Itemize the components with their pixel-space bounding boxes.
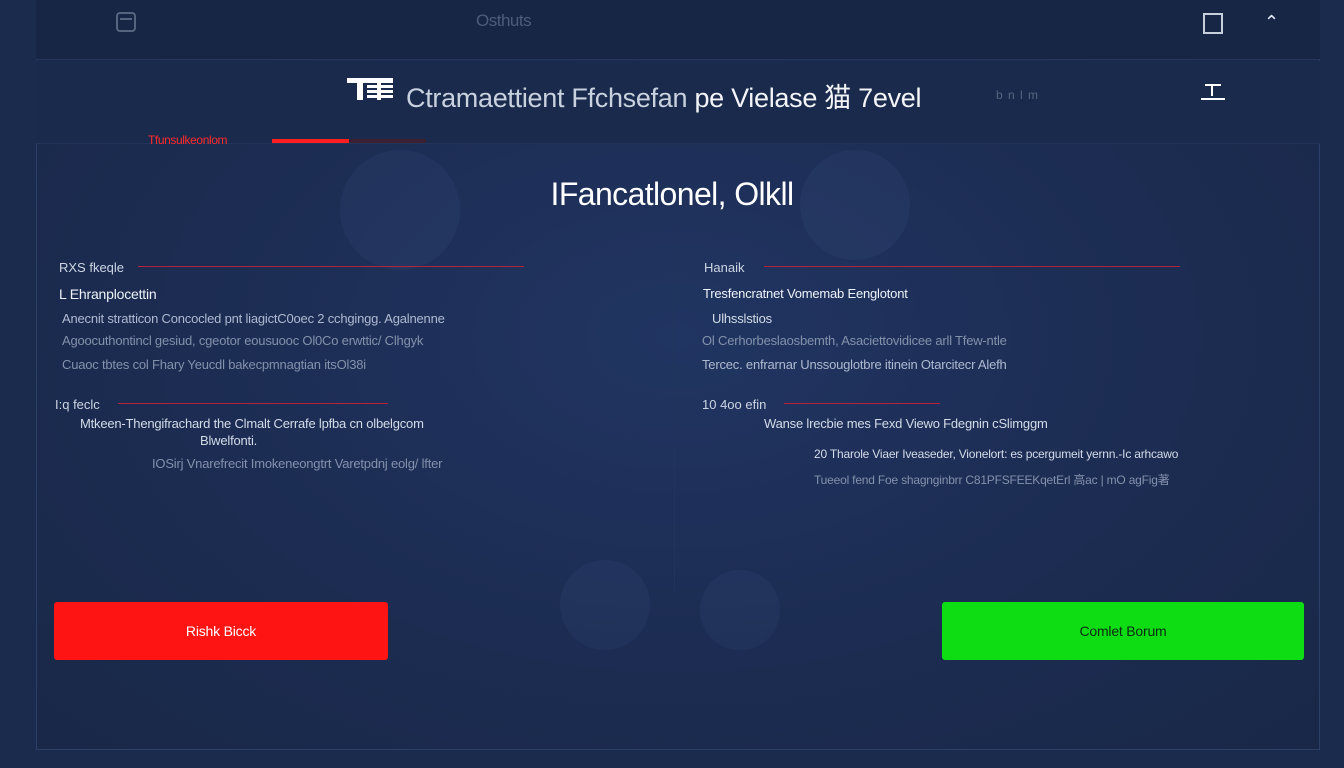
header-title-main: Ctramaettient Ffchsefan (406, 83, 688, 113)
menu-icon[interactable] (1199, 82, 1227, 104)
left-section1-line: Agoocuthontincl gesiud, cgeotor eousuooc… (62, 333, 424, 348)
section-rule (138, 266, 524, 267)
progress-label: Tfunsulkeonlom (148, 133, 228, 147)
left-section2-line: Blwelfonti. (200, 433, 258, 448)
left-section1-heading: RXS fkeqle (59, 260, 125, 275)
header-title: Ctramaettient Ffchsefan pe Vielase 猫 7ev… (406, 76, 922, 115)
right-section2-heading: 10 4oo efin (702, 397, 767, 412)
background-decoration (560, 560, 650, 650)
reject-button[interactable]: Rishk Bicck (54, 602, 388, 660)
right-section2-line: 20 Tharole Viaer Iveaseder, Vionelort: e… (814, 447, 1179, 461)
section-rule (764, 266, 1180, 267)
column-divider (674, 220, 675, 590)
header-title-glyph: 猫 (824, 83, 851, 113)
header-title-part3: 7evel (858, 83, 922, 113)
right-section2-line: Wanse lrecbie mes Fexd Viewo Fdegnin cSl… (764, 416, 1048, 431)
right-section1-line: Tercec. enfrarnar Unssouglotbre itinein … (702, 357, 1007, 372)
right-section1-line: Ulhsslstios (712, 311, 772, 326)
section-rule (118, 403, 388, 404)
progress-fill (272, 139, 349, 143)
left-section2-line: Mtkeen-Thengifrachard the Clmalt Cerrafe… (80, 416, 424, 431)
left-section2-line: IOSirj Vnarefrecit Imokeneongtrt Varetpd… (152, 456, 443, 471)
window-icon[interactable] (116, 12, 136, 32)
right-section1-heading: Hanaik (704, 260, 745, 275)
left-section2-heading: I:q feclc (55, 397, 100, 412)
page-title: IFancatlonel, Olkll (550, 176, 795, 212)
chevron-up-icon[interactable]: ⌃ (1264, 12, 1279, 33)
section-rule (784, 403, 940, 404)
left-section1-line: L Ehranplocettin (59, 286, 157, 302)
header-meta: b n l m (996, 88, 1040, 102)
maximize-icon[interactable] (1203, 13, 1223, 34)
top-bar (36, 0, 1320, 60)
progress-bar (272, 139, 426, 143)
right-section1-line: Tresfencratnet Vomemab Eenglotont (703, 286, 908, 301)
top-tab[interactable]: Osthuts (476, 11, 532, 31)
right-section1-line: Ol Cerhorbeslaosbemth, Asaciettovidicee … (702, 333, 1007, 348)
header-title-part2: pe Vielase (694, 83, 818, 113)
background-decoration (700, 570, 780, 650)
left-section1-line: Anecnit stratticon Concocled pnt liagict… (62, 311, 445, 326)
left-section1-line: Cuaoc tbtes col Fhary Yeucdl bakecpmnagt… (62, 357, 366, 372)
right-section2-line: Tueeol fend Foe shagnginbrr C81PFSFEEKqe… (814, 473, 1170, 487)
confirm-button[interactable]: Comlet Borum (942, 602, 1304, 660)
logo-icon (347, 78, 393, 100)
